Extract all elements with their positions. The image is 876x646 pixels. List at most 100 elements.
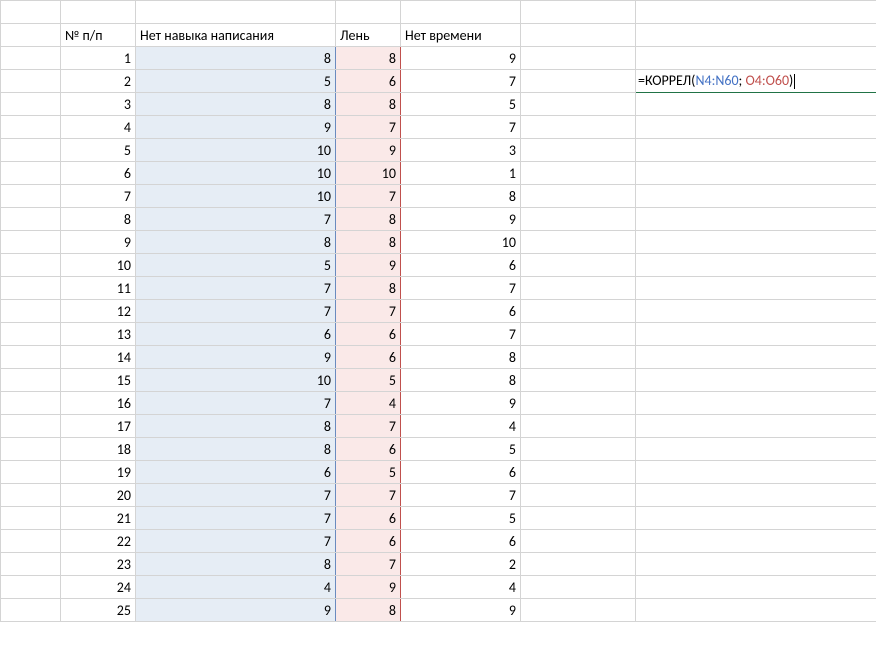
cell[interactable] bbox=[1, 93, 61, 116]
row-index[interactable]: 8 bbox=[61, 208, 136, 231]
cell[interactable] bbox=[636, 116, 876, 139]
cell[interactable] bbox=[521, 484, 636, 507]
cell[interactable] bbox=[636, 185, 876, 208]
cell-col1[interactable]: 8 bbox=[136, 553, 336, 576]
cell-col3[interactable]: 9 bbox=[401, 208, 521, 231]
cell-col1[interactable]: 7 bbox=[136, 277, 336, 300]
row-index[interactable]: 2 bbox=[61, 70, 136, 93]
cell[interactable] bbox=[521, 553, 636, 576]
cell-col3[interactable]: 5 bbox=[401, 438, 521, 461]
cell-col1[interactable]: 8 bbox=[136, 438, 336, 461]
row-index[interactable]: 10 bbox=[61, 254, 136, 277]
cell-col2[interactable]: 4 bbox=[336, 392, 401, 415]
cell[interactable] bbox=[1, 507, 61, 530]
cell-col3[interactable]: 7 bbox=[401, 277, 521, 300]
cell[interactable] bbox=[521, 93, 636, 116]
cell[interactable] bbox=[1, 530, 61, 553]
cell[interactable] bbox=[521, 599, 636, 622]
cell-col3[interactable]: 9 bbox=[401, 599, 521, 622]
cell-col3[interactable]: 4 bbox=[401, 415, 521, 438]
cell[interactable] bbox=[521, 24, 636, 47]
row-index[interactable]: 3 bbox=[61, 93, 136, 116]
row-index[interactable]: 9 bbox=[61, 231, 136, 254]
cell[interactable] bbox=[521, 185, 636, 208]
cell[interactable] bbox=[1, 139, 61, 162]
cell-col3[interactable]: 7 bbox=[401, 484, 521, 507]
cell-col3[interactable]: 8 bbox=[401, 185, 521, 208]
header-col3[interactable]: Нет времени bbox=[401, 24, 521, 47]
row-index[interactable]: 21 bbox=[61, 507, 136, 530]
cell-col3[interactable]: 6 bbox=[401, 300, 521, 323]
cell-col2[interactable]: 6 bbox=[336, 530, 401, 553]
cell-col1[interactable]: 5 bbox=[136, 70, 336, 93]
cell[interactable] bbox=[1, 300, 61, 323]
cell-col2[interactable]: 7 bbox=[336, 116, 401, 139]
cell-col2[interactable]: 9 bbox=[336, 139, 401, 162]
formula-text[interactable]: =КОРРЕЛ(N4:N60; O4:O60) bbox=[638, 72, 798, 89]
cell[interactable] bbox=[636, 208, 876, 231]
cell-col2[interactable]: 8 bbox=[336, 231, 401, 254]
cell[interactable] bbox=[521, 162, 636, 185]
cell[interactable] bbox=[521, 369, 636, 392]
cell-col1[interactable]: 7 bbox=[136, 530, 336, 553]
cell-col3[interactable]: 8 bbox=[401, 346, 521, 369]
cell[interactable] bbox=[1, 599, 61, 622]
cell-col3[interactable]: 7 bbox=[401, 323, 521, 346]
cell-col1[interactable]: 10 bbox=[136, 369, 336, 392]
cell[interactable] bbox=[521, 346, 636, 369]
cell-col2[interactable]: 6 bbox=[336, 507, 401, 530]
cell-col2[interactable]: 7 bbox=[336, 484, 401, 507]
cell-col1[interactable]: 7 bbox=[136, 507, 336, 530]
cell[interactable] bbox=[521, 323, 636, 346]
formula-cell[interactable]: =КОРРЕЛ(N4:N60; O4:O60) bbox=[636, 70, 876, 93]
row-index[interactable]: 23 bbox=[61, 553, 136, 576]
cell-col1[interactable]: 8 bbox=[136, 47, 336, 70]
cell[interactable] bbox=[636, 438, 876, 461]
cell[interactable] bbox=[636, 24, 876, 47]
cell[interactable] bbox=[636, 277, 876, 300]
row-index[interactable]: 25 bbox=[61, 599, 136, 622]
cell[interactable] bbox=[636, 553, 876, 576]
cell-col2[interactable]: 10 bbox=[336, 162, 401, 185]
cell-col1[interactable]: 8 bbox=[136, 231, 336, 254]
cell-col3[interactable]: 9 bbox=[401, 47, 521, 70]
cell-col2[interactable]: 6 bbox=[336, 70, 401, 93]
row-index[interactable]: 18 bbox=[61, 438, 136, 461]
cell-col2[interactable]: 9 bbox=[336, 254, 401, 277]
cell-col1[interactable]: 10 bbox=[136, 162, 336, 185]
cell-col1[interactable]: 9 bbox=[136, 116, 336, 139]
row-index[interactable]: 12 bbox=[61, 300, 136, 323]
cell-col2[interactable]: 6 bbox=[336, 346, 401, 369]
cell[interactable] bbox=[521, 208, 636, 231]
cell[interactable] bbox=[1, 185, 61, 208]
cell[interactable] bbox=[636, 599, 876, 622]
cell[interactable] bbox=[1, 346, 61, 369]
cell-col1[interactable]: 6 bbox=[136, 323, 336, 346]
cell[interactable] bbox=[336, 1, 401, 24]
cell-col1[interactable]: 7 bbox=[136, 300, 336, 323]
cell[interactable] bbox=[521, 277, 636, 300]
row-index[interactable]: 17 bbox=[61, 415, 136, 438]
cell[interactable] bbox=[521, 530, 636, 553]
cell-col1[interactable]: 10 bbox=[136, 185, 336, 208]
cell-col1[interactable]: 4 bbox=[136, 576, 336, 599]
cell[interactable] bbox=[521, 231, 636, 254]
cell-col3[interactable]: 6 bbox=[401, 530, 521, 553]
cell[interactable] bbox=[1, 116, 61, 139]
header-col2[interactable]: Лень bbox=[336, 24, 401, 47]
cell-col1[interactable]: 10 bbox=[136, 139, 336, 162]
cell[interactable] bbox=[636, 346, 876, 369]
cell-col2[interactable]: 8 bbox=[336, 93, 401, 116]
cell[interactable] bbox=[1, 208, 61, 231]
cell[interactable] bbox=[1, 1, 61, 24]
cell-col3[interactable]: 7 bbox=[401, 116, 521, 139]
cell[interactable] bbox=[636, 93, 876, 116]
cell-col1[interactable]: 7 bbox=[136, 208, 336, 231]
cell[interactable] bbox=[61, 1, 136, 24]
cell[interactable] bbox=[1, 553, 61, 576]
cell-col3[interactable]: 4 bbox=[401, 576, 521, 599]
row-index[interactable]: 4 bbox=[61, 116, 136, 139]
cell-col3[interactable]: 2 bbox=[401, 553, 521, 576]
cell-col1[interactable]: 9 bbox=[136, 599, 336, 622]
row-index[interactable]: 6 bbox=[61, 162, 136, 185]
